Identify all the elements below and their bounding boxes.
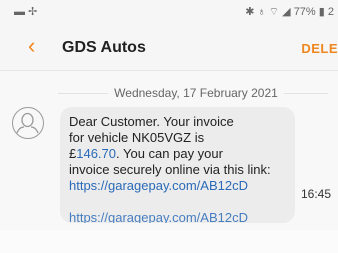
back-arrow-icon[interactable]: ‹	[28, 34, 35, 58]
message-line: invoice securely online via this link:	[69, 162, 271, 177]
payment-link[interactable]: https://garagepay.com/AB12cD	[69, 178, 287, 194]
message-text: Dear Customer. Your invoice for vehicle …	[69, 114, 287, 194]
contact-name: GDS Autos	[62, 39, 146, 56]
message-bubble[interactable]: Dear Customer. Your invoice for vehicle …	[60, 107, 295, 223]
conversation-header: ‹ GDS Autos DELE	[0, 28, 338, 71]
delete-button[interactable]: DELE	[301, 41, 338, 56]
date-label: Wednesday, 17 February 2021	[108, 86, 284, 100]
invoice-amount[interactable]: 146.70	[76, 146, 116, 161]
status-right-icons: ✱ ♁ ⌔ ◢ 77% ▮ 2	[245, 6, 334, 18]
status-left-icons: ▬ ✢	[14, 6, 38, 18]
bottom-area	[0, 230, 338, 253]
avatar-icon[interactable]	[12, 107, 44, 139]
date-separator: Wednesday, 17 February 2021	[58, 86, 334, 100]
message-timestamp: 16:45	[301, 187, 332, 201]
message-line: Dear Customer. Your invoice	[69, 114, 234, 129]
amount-suffix: . You can pay your	[116, 146, 223, 161]
message-line-amount: £146.70. You can pay your	[69, 146, 287, 162]
status-bar: ▬ ✢ ✱ ♁ ⌔ ◢ 77% ▮ 2	[0, 0, 338, 28]
message-line: for vehicle NK05VGZ is	[69, 130, 205, 145]
payment-link-duplicate[interactable]: https://garagepay.com/AB12cD	[69, 210, 248, 223]
person-icon	[16, 112, 39, 134]
